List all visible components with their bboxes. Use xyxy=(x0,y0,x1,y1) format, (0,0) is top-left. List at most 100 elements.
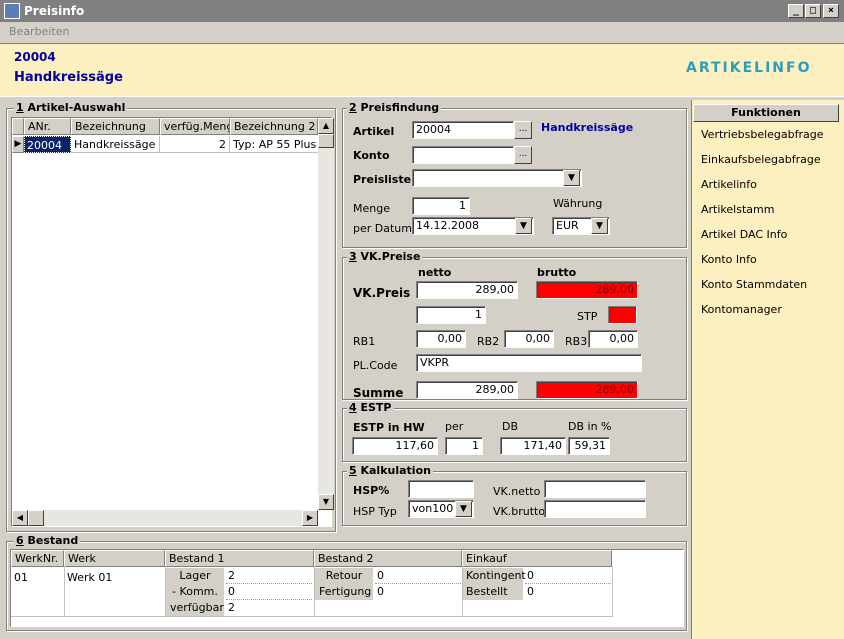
func-artikel-dac-info[interactable]: Artikel DAC Info xyxy=(701,228,787,241)
vk-brutto-input[interactable]: 289,00 xyxy=(536,281,638,299)
hsptyp-label: HSP Typ xyxy=(353,505,397,518)
menge-label: Menge xyxy=(353,202,390,215)
func-kontomanager[interactable]: Kontomanager xyxy=(701,303,782,316)
plcode-label: PL.Code xyxy=(353,359,398,372)
konto-input[interactable] xyxy=(412,146,514,164)
col-header-bezeichnung2[interactable]: Bezeichnung 2 xyxy=(230,118,318,135)
vkpreis-label: VK.Preis xyxy=(353,286,411,300)
rb2-input[interactable]: 0,00 xyxy=(504,330,554,348)
group-title-kalkulation: 5 Kalkulation xyxy=(347,464,433,477)
col-header-bezeichnung[interactable]: Bezeichnung xyxy=(71,118,160,135)
vertical-scrollbar[interactable] xyxy=(318,118,334,510)
group-title-bestand: 6 Bestand xyxy=(14,534,81,547)
scroll-down-icon[interactable]: ▼ xyxy=(318,494,334,510)
kontingent-value: 0 xyxy=(525,568,611,584)
vk-qty-input[interactable]: 1 xyxy=(416,306,486,324)
vkbrutto-label: VK.brutto xyxy=(493,505,546,518)
func-konto-stammdaten[interactable]: Konto Stammdaten xyxy=(701,278,807,291)
cell-werk: Werk 01 xyxy=(67,571,113,584)
scroll-right-icon[interactable]: ▶ xyxy=(302,510,318,526)
per-label: per xyxy=(445,420,464,433)
menu-edit[interactable]: Bearbeiten xyxy=(9,25,69,38)
func-vertriebsbelegabfrage[interactable]: Vertriebsbelegabfrage xyxy=(701,128,824,141)
func-artikelinfo[interactable]: Artikelinfo xyxy=(701,178,757,191)
cell-bezeichnung2[interactable]: Typ: AP 55 Plus xyxy=(230,136,318,153)
group-vk-preise xyxy=(342,257,687,400)
chevron-down-icon[interactable]: ▼ xyxy=(515,218,532,234)
scroll-up-icon[interactable]: ▲ xyxy=(318,118,334,134)
col-header-werk[interactable]: Werk xyxy=(64,550,165,567)
kontingent-label: Kontingent xyxy=(463,568,526,584)
rb1-input[interactable]: 0,00 xyxy=(416,330,466,348)
scroll-thumb[interactable] xyxy=(318,134,334,148)
vk-netto-input[interactable]: 289,00 xyxy=(416,281,518,299)
chevron-down-icon[interactable]: ▼ xyxy=(455,501,472,517)
artikel-lookup-button[interactable]: ... xyxy=(514,121,532,139)
minimize-button[interactable]: _ xyxy=(788,4,804,18)
rb3-input[interactable]: 0,00 xyxy=(588,330,638,348)
vknetto-input[interactable] xyxy=(544,480,646,498)
hsp-label: HSP% xyxy=(353,484,390,497)
rb3-label: RB3 xyxy=(565,335,588,348)
chevron-down-icon[interactable]: ▼ xyxy=(563,170,580,186)
konto-lookup-button[interactable]: ... xyxy=(514,146,532,164)
horizontal-scrollbar[interactable] xyxy=(12,510,318,526)
preisliste-select[interactable] xyxy=(412,169,582,187)
header-article-number: 20004 xyxy=(14,50,56,64)
cell-werknr: 01 xyxy=(14,571,28,584)
col-header-bestand1[interactable]: Bestand 1 xyxy=(165,550,314,567)
col-header-anr[interactable]: ANr. xyxy=(24,118,71,135)
scroll-left-icon[interactable]: ◀ xyxy=(12,510,28,526)
artikel-label: Artikel xyxy=(353,125,395,138)
summe-netto-input[interactable]: 289,00 xyxy=(416,381,518,399)
func-konto-info[interactable]: Konto Info xyxy=(701,253,757,266)
verfuegbar-value: 2 xyxy=(228,601,235,614)
summe-label: Summe xyxy=(353,386,404,400)
close-button[interactable]: × xyxy=(823,4,839,18)
col-header-bestand2[interactable]: Bestand 2 xyxy=(314,550,462,567)
cell-anr[interactable]: 20004 xyxy=(24,136,71,153)
col-header-einkauf[interactable]: Einkauf xyxy=(462,550,612,567)
menu-bar xyxy=(0,22,844,42)
plcode-input[interactable]: VKPR xyxy=(416,354,642,372)
lager-label: Lager xyxy=(166,568,224,584)
chevron-down-icon[interactable]: ▼ xyxy=(591,218,608,234)
title-bar xyxy=(0,0,844,22)
hscroll-thumb[interactable] xyxy=(28,510,44,526)
estp-input[interactable]: 117,60 xyxy=(352,437,438,455)
maximize-button[interactable]: □ xyxy=(805,4,821,18)
lager-value: 2 xyxy=(226,568,312,584)
func-einkaufsbelegabfrage[interactable]: Einkaufsbelegabfrage xyxy=(701,153,821,166)
db-input[interactable]: 171,40 xyxy=(500,437,566,455)
table-row[interactable]: 20004 Handkreissäge 2 Typ: AP 55 Plus xyxy=(24,136,318,153)
group-title-vk-preise: 3 VK.Preise xyxy=(347,250,423,263)
functions-title: Funktionen xyxy=(693,104,839,122)
vkbrutto-input[interactable] xyxy=(544,500,646,518)
cell-bezeichnung[interactable]: Handkreissäge xyxy=(71,136,160,153)
db-percent-input[interactable]: 59,31 xyxy=(568,437,610,455)
func-artikelstamm[interactable]: Artikelstamm xyxy=(701,203,774,216)
vknetto-label: VK.netto xyxy=(493,485,541,498)
row-pointer-icon: ▶ xyxy=(12,136,24,153)
db-label: DB xyxy=(502,420,519,433)
col-header-menge[interactable]: verfüg.Menge xyxy=(160,118,230,135)
col-header-werknr[interactable]: WerkNr. xyxy=(11,550,64,567)
menge-input[interactable]: 1 xyxy=(412,197,470,215)
per-input[interactable]: 1 xyxy=(445,437,483,455)
artikel-name-display: Handkreissäge xyxy=(541,121,634,134)
bestellt-value: 0 xyxy=(527,585,534,598)
cell-menge[interactable]: 2 xyxy=(160,136,230,153)
komm-value: 0 xyxy=(226,584,312,600)
rb1-label: RB1 xyxy=(353,335,376,348)
fertigung-value: 0 xyxy=(377,585,384,598)
group-title-artikel-auswahl: 1 Artikel-Auswahl xyxy=(14,101,128,114)
group-title-preisfindung: 2 Preisfindung xyxy=(347,101,442,114)
bestellt-label: Bestellt xyxy=(463,584,523,600)
header-article-name: Handkreissäge xyxy=(14,70,123,85)
estp-label: ESTP in HW xyxy=(353,421,425,434)
artikel-input[interactable]: 20004 xyxy=(412,121,514,139)
fertigung-label: Fertigung xyxy=(315,584,373,600)
retour-label: Retour xyxy=(315,568,373,584)
summe-brutto-input[interactable]: 289,00 xyxy=(536,381,638,399)
hsp-input[interactable] xyxy=(408,480,474,498)
